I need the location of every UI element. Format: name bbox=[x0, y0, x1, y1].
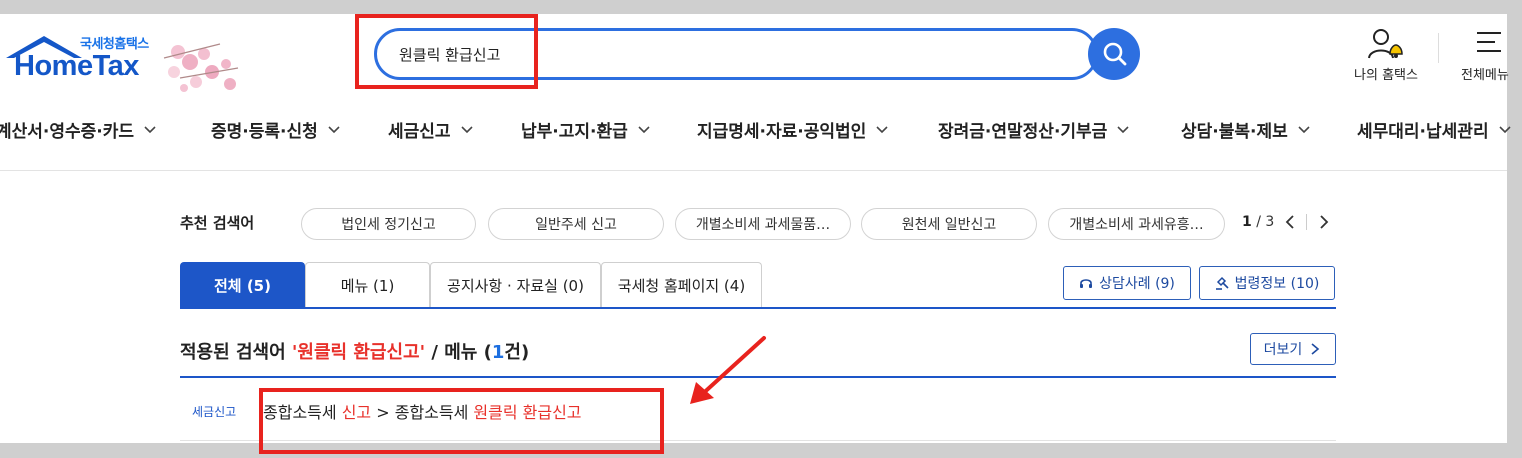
tab-menu[interactable]: 메뉴 (1) bbox=[305, 262, 430, 308]
pager-total: / 3 bbox=[1256, 214, 1275, 230]
tab-notices[interactable]: 공지사항 · 자료실 (0) bbox=[430, 262, 601, 308]
result-category: 세금신고 bbox=[192, 405, 237, 419]
tab-underline bbox=[180, 307, 1336, 309]
gnb-item-certificates[interactable]: 증명·등록·신청 bbox=[211, 114, 340, 144]
user-bell-icon bbox=[1368, 29, 1403, 59]
headset-icon bbox=[1080, 279, 1093, 288]
tab-nts-homepage[interactable]: 국세청 홈페이지 (4) bbox=[601, 262, 762, 308]
consult-cases-label: 상담사례 (9) bbox=[1099, 276, 1175, 292]
gnb-item-label: 지급명세·자료·공익법인 bbox=[697, 121, 867, 142]
red-arrow-annotation bbox=[690, 336, 766, 404]
gnb-item-label: 세금신고 bbox=[388, 121, 451, 142]
logo-title: HomeTax bbox=[14, 50, 139, 82]
gnb-item-tax-agent[interactable]: 세무대리·납세관리 bbox=[1357, 114, 1511, 144]
gnb-item-label: 장려금·연말정산·기부금 bbox=[938, 121, 1108, 142]
chevron-down-icon bbox=[328, 126, 340, 134]
result-heading-mid: / 메뉴 ( bbox=[425, 342, 492, 363]
recommended-chip[interactable]: 법인세 정기신고 bbox=[301, 208, 476, 240]
tab-all[interactable]: 전체 (5) bbox=[180, 262, 305, 308]
highlight-box-result bbox=[259, 388, 664, 454]
chevron-right-icon[interactable] bbox=[1316, 212, 1332, 232]
gnb-item-payment[interactable]: 납부·고지·환급 bbox=[521, 114, 650, 144]
recommended-chip[interactable]: 개별소비세 과세유흥… bbox=[1048, 208, 1225, 240]
result-heading: 적용된 검색어 '원클릭 환급신고' / 메뉴 (1건) bbox=[180, 338, 529, 364]
all-menu-label: 전체메뉴 bbox=[1461, 68, 1509, 83]
consult-cases-button[interactable]: 상담사례 (9) bbox=[1063, 266, 1191, 300]
chevron-down-icon bbox=[144, 126, 156, 134]
result-heading-prefix: 적용된 검색어 bbox=[180, 342, 292, 363]
search-icon bbox=[1103, 42, 1127, 66]
recommended-chip[interactable]: 일반주세 신고 bbox=[488, 208, 664, 240]
result-count: 1 bbox=[491, 342, 505, 363]
gnb-item-label: 계산서·영수증·카드 bbox=[0, 121, 135, 142]
result-keyword: '원클릭 환급신고' bbox=[291, 342, 426, 363]
search-button[interactable] bbox=[1088, 28, 1140, 80]
my-hometax-label: 나의 홈택스 bbox=[1354, 68, 1418, 83]
gnb-item-incentives[interactable]: 장려금·연말정산·기부금 bbox=[938, 114, 1129, 144]
my-hometax-button[interactable]: 나의 홈택스 bbox=[1346, 28, 1426, 84]
chevron-down-icon bbox=[638, 126, 650, 134]
pager-current: 1 bbox=[1242, 214, 1252, 230]
all-menu-button[interactable]: 전체메뉴 bbox=[1455, 28, 1521, 84]
result-heading-suffix: 건) bbox=[504, 342, 530, 363]
recommended-pager: 1 / 3 bbox=[1242, 214, 1274, 230]
gnb-item-statements[interactable]: 지급명세·자료·공익법인 bbox=[697, 114, 888, 144]
gnb-item-consulting[interactable]: 상담·불복·제보 bbox=[1181, 114, 1310, 144]
gnb-item-label: 증명·등록·신청 bbox=[211, 121, 318, 142]
chevron-left-icon[interactable] bbox=[1282, 212, 1298, 232]
gnb-item-label: 상담·불복·제보 bbox=[1181, 121, 1288, 142]
recommended-keywords-title: 추천 검색어 bbox=[180, 214, 255, 232]
gnb-item-label: 납부·고지·환급 bbox=[521, 121, 628, 142]
more-label: 더보기 bbox=[1263, 342, 1303, 358]
more-button[interactable]: 더보기 bbox=[1250, 333, 1336, 365]
chevron-down-icon bbox=[1117, 126, 1129, 134]
gnb-item-tax-filing[interactable]: 세금신고 bbox=[388, 114, 473, 144]
nav-divider bbox=[0, 170, 1507, 171]
chevron-right-icon bbox=[1311, 343, 1320, 355]
main-navigation: 계산서·영수증·카드 증명·등록·신청 세금신고 납부·고지·환급 지급명세·자… bbox=[0, 114, 1511, 144]
gavel-icon bbox=[1215, 276, 1229, 290]
chevron-down-icon bbox=[1499, 126, 1511, 134]
chevron-down-icon bbox=[460, 126, 473, 134]
recommended-chip[interactable]: 원천세 일반신고 bbox=[861, 208, 1037, 240]
header-divider bbox=[1438, 33, 1439, 63]
chevron-down-icon bbox=[876, 126, 888, 134]
law-info-label: 법령정보 (10) bbox=[1234, 276, 1320, 292]
hamburger-menu-icon bbox=[1477, 32, 1501, 52]
chevron-down-icon bbox=[1298, 126, 1310, 134]
recommended-chip[interactable]: 개별소비세 과세물품… bbox=[675, 208, 851, 240]
gnb-item-receipts[interactable]: 계산서·영수증·카드 bbox=[0, 114, 156, 144]
law-info-button[interactable]: 법령정보 (10) bbox=[1199, 266, 1335, 300]
pager-divider bbox=[1306, 214, 1307, 230]
gnb-item-label: 세무대리·납세관리 bbox=[1357, 121, 1489, 142]
hometax-logo[interactable]: 국세청홈택스 HomeTax bbox=[0, 14, 250, 94]
cherry-blossom-icon bbox=[163, 43, 239, 92]
highlight-box-search bbox=[355, 14, 538, 89]
